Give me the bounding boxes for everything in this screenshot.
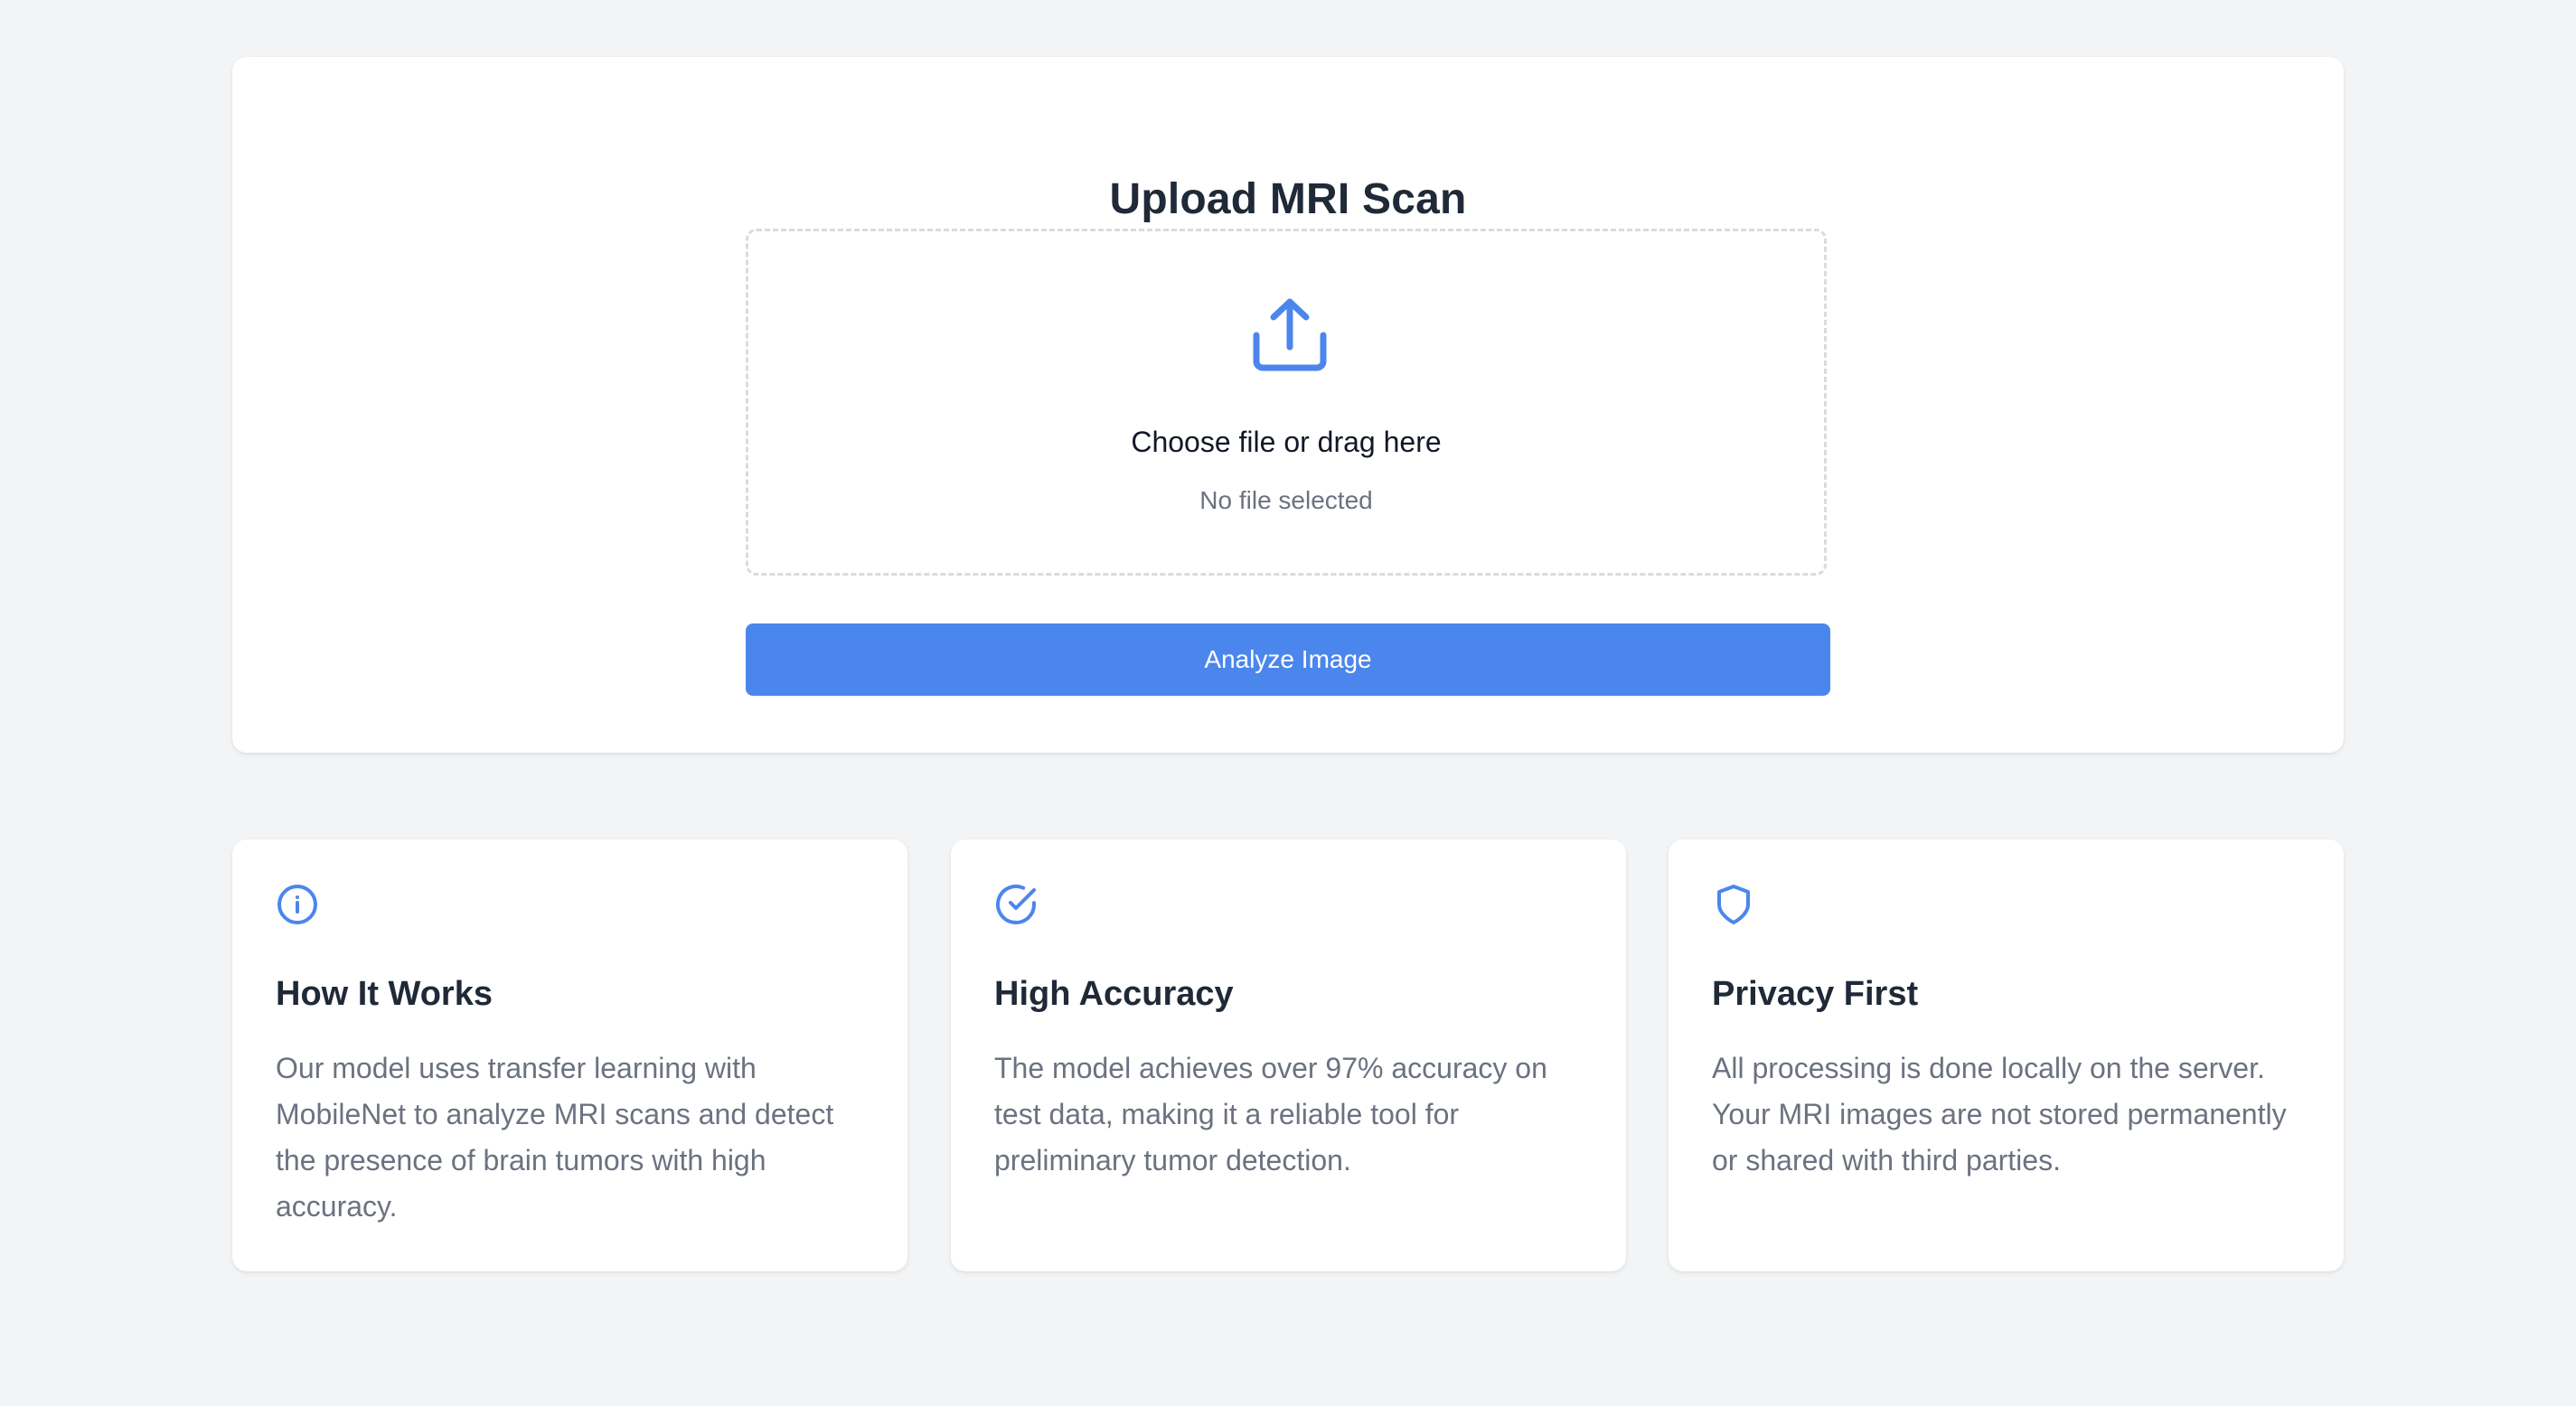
check-circle-icon	[996, 885, 1036, 924]
feature-description: Our model uses transfer learning with Mo…	[276, 1052, 834, 1223]
upload-card: Upload MRI Scan Choose file or drag here…	[232, 57, 2344, 753]
feature-title: Privacy First	[1712, 975, 1919, 1013]
upload-icon	[1253, 298, 1327, 371]
feature-card-privacy-first: Privacy First All processing is done loc…	[1669, 839, 2344, 1271]
analyze-image-button[interactable]: Analyze Image	[746, 623, 1830, 696]
feature-card-high-accuracy: High Accuracy The model achieves over 97…	[951, 839, 1626, 1271]
file-status: No file selected	[1199, 486, 1373, 514]
info-icon	[277, 885, 317, 924]
feature-title: How It Works	[276, 975, 493, 1013]
feature-title: High Accuracy	[994, 975, 1234, 1013]
shield-icon	[1717, 885, 1750, 924]
upload-title: Upload MRI Scan	[1109, 175, 1467, 223]
feature-card-how-it-works: How It Works Our model uses transfer lea…	[232, 839, 907, 1271]
dropzone-label: Choose file or drag here	[1131, 426, 1442, 458]
feature-description: All processing is done locally on the se…	[1712, 1052, 2287, 1176]
file-dropzone[interactable]: Choose file or drag here No file selecte…	[746, 229, 1827, 576]
feature-description: The model achieves over 97% accuracy on …	[994, 1052, 1547, 1176]
